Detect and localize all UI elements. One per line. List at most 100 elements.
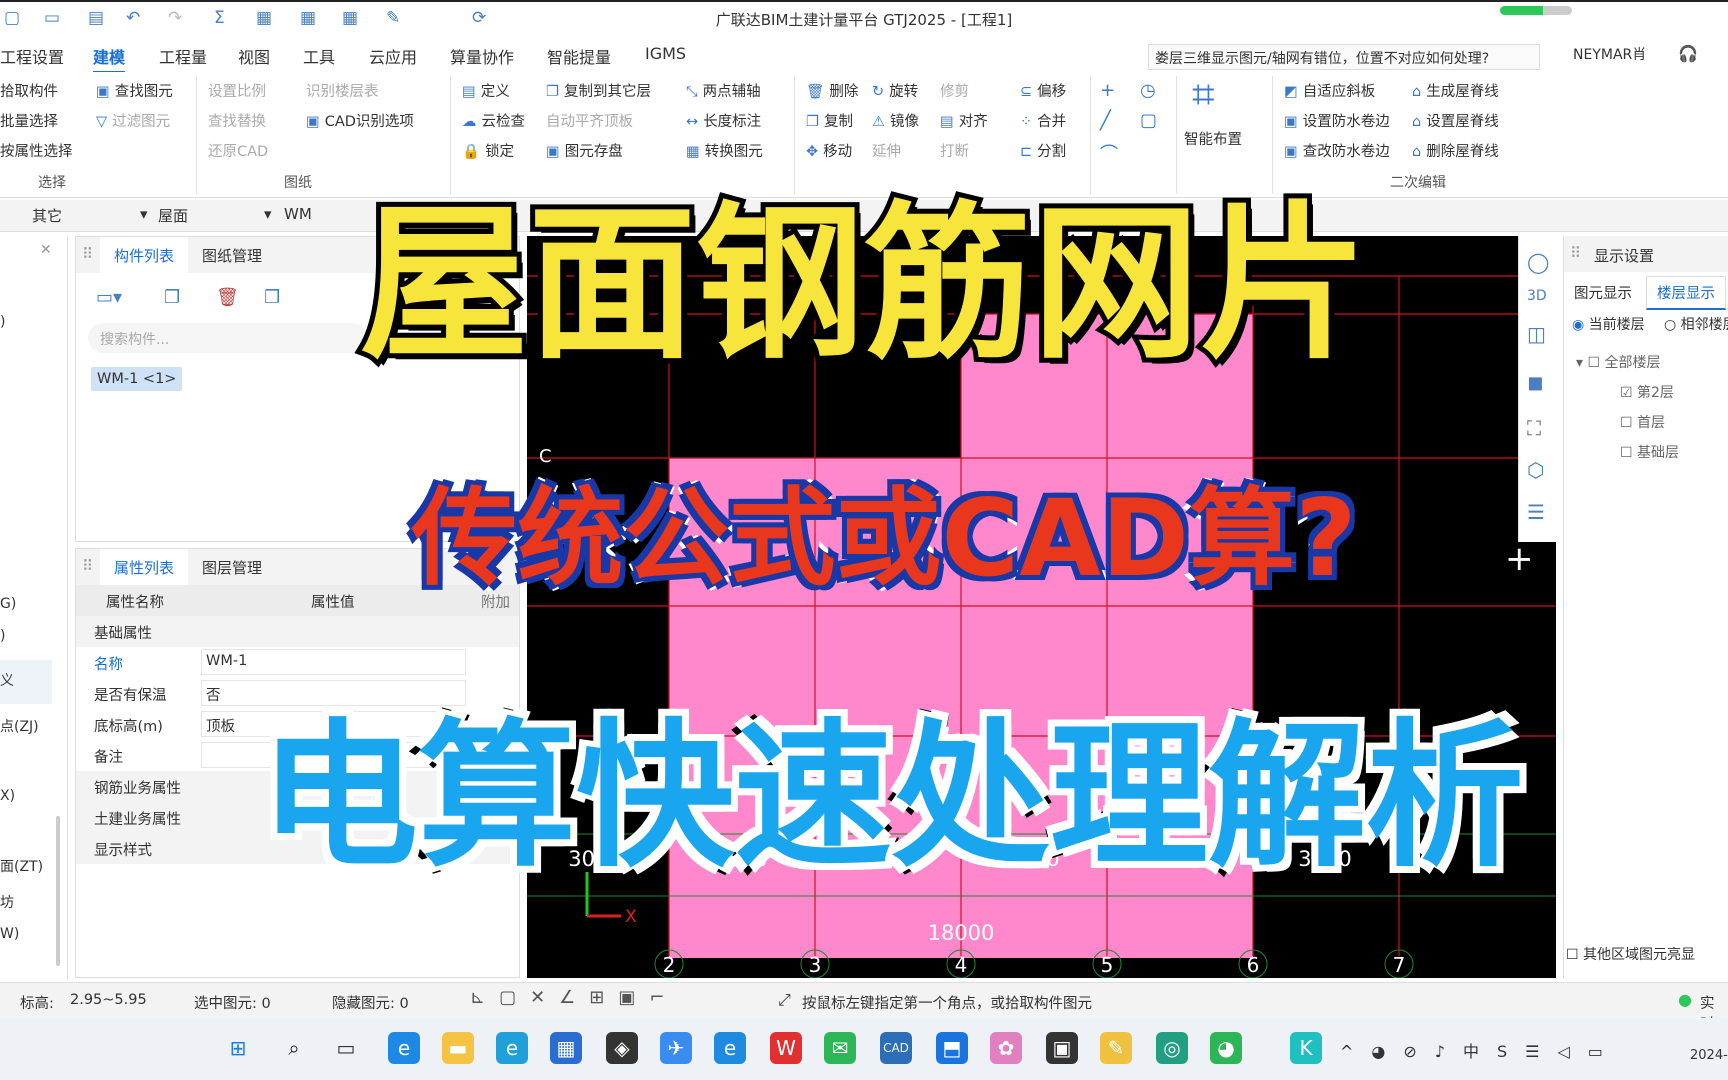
mirror-button[interactable]: ⚠ 镜像 bbox=[872, 110, 919, 131]
cad-options[interactable]: ▣ CAD识别选项 bbox=[306, 110, 414, 131]
wechat-icon[interactable]: ◕ bbox=[1210, 1032, 1242, 1064]
point-icon[interactable]: + bbox=[1100, 80, 1115, 101]
section-basic[interactable]: 基础属性 bbox=[76, 616, 519, 647]
cloud-icon: ☁ bbox=[462, 114, 477, 130]
find-replace[interactable]: 查找替换 bbox=[208, 110, 266, 131]
align-button[interactable]: ▤ 对齐 bbox=[940, 110, 988, 131]
nav-item[interactable]: W) bbox=[0, 926, 19, 942]
find-element[interactable]: ▣ 查找图元 bbox=[96, 80, 173, 101]
ie-icon[interactable]: e bbox=[388, 1032, 420, 1064]
search-icon[interactable]: ⌕ bbox=[278, 1032, 310, 1064]
axis-label: 3 bbox=[809, 953, 822, 977]
app-icon[interactable]: ◈ bbox=[606, 1032, 638, 1064]
identify-floor-table[interactable]: 识别楼层表 bbox=[306, 80, 379, 101]
tray-icons[interactable]: ^◕⊘♪中S☰◁▭ bbox=[1340, 1038, 1621, 1062]
axis-label: 2 bbox=[663, 953, 676, 977]
paint-icon[interactable]: ✿ bbox=[990, 1032, 1022, 1064]
smart-layout-icon[interactable]: ⌗ bbox=[1192, 72, 1215, 118]
check-icon: ● bbox=[1678, 990, 1692, 1009]
line-icon[interactable]: ╱ bbox=[1100, 110, 1111, 131]
circle-icon[interactable]: ◷ bbox=[1140, 80, 1156, 101]
task-view-icon[interactable]: ▭ bbox=[330, 1032, 362, 1064]
ie2-icon[interactable]: e bbox=[714, 1032, 746, 1064]
wps-icon[interactable]: W bbox=[770, 1032, 802, 1064]
merge-button[interactable]: ⁘ 合并 bbox=[1020, 110, 1066, 131]
offset-icon: ⊆ bbox=[1020, 84, 1033, 100]
menu-tools[interactable]: 工具 bbox=[303, 44, 335, 68]
start-icon[interactable]: ⊞ bbox=[222, 1032, 254, 1064]
waterproof-icon: ▣ bbox=[1284, 114, 1298, 130]
ucs-x-label: X bbox=[625, 907, 637, 927]
overlay-title-line2: 传统公式或CAD算? bbox=[407, 473, 1361, 605]
smart-layout-button[interactable]: 智能布置 bbox=[1184, 128, 1242, 149]
resize-icon: ⤢ bbox=[778, 990, 791, 1009]
two-point-axis-button[interactable]: ⤡ 两点辅轴 bbox=[686, 80, 761, 101]
menu-modeling[interactable]: 建模 bbox=[93, 44, 126, 74]
folder-icon[interactable]: ▬ bbox=[442, 1032, 474, 1064]
delete-button[interactable]: 🗑 删除 bbox=[806, 80, 858, 101]
copy-to-floor-button[interactable]: ❐ 复制到其它层 bbox=[546, 80, 651, 101]
axis-icon: ⤡ bbox=[686, 84, 698, 100]
status-hint: 按鼠标左键指定第一个角点，或拾取构件图元 bbox=[802, 996, 1092, 1012]
menu-project-settings[interactable]: 工程设置 bbox=[0, 44, 64, 68]
cad-icon: ▣ bbox=[306, 114, 320, 130]
set-waterproof-button[interactable]: ▣ 设置防水卷边 bbox=[1284, 110, 1390, 131]
filter-icon: ▽ bbox=[96, 114, 108, 130]
notes-icon[interactable]: ✎ bbox=[1100, 1032, 1132, 1064]
user-name[interactable]: NEYMAR肖 bbox=[1573, 44, 1646, 64]
menu-smart[interactable]: 智能提量 bbox=[547, 44, 611, 68]
feishu-icon[interactable]: ✈ bbox=[660, 1032, 692, 1064]
selected-count: 选中图元: 0 bbox=[194, 996, 271, 1012]
batch-select[interactable]: 批量选择 bbox=[0, 110, 58, 131]
slope-icon: ◩ bbox=[1284, 84, 1298, 100]
length-dim-button[interactable]: ↔ 长度标注 bbox=[686, 110, 761, 131]
nav-item[interactable]: X) bbox=[0, 788, 15, 804]
merge-icon: ⁘ bbox=[1020, 114, 1033, 130]
tree-ground-floor[interactable]: ☐ 首层 bbox=[1620, 412, 1665, 432]
pick-component[interactable]: 拾取构件 bbox=[0, 80, 58, 101]
app2-icon[interactable]: ◎ bbox=[1156, 1032, 1188, 1064]
offset-button[interactable]: ⊆ 偏移 bbox=[1020, 80, 1066, 101]
nav-item[interactable]: ) bbox=[0, 628, 5, 644]
snap-tools[interactable]: ⊾▢✕∠⊞▣⌐ bbox=[470, 987, 678, 1008]
axis-label: 7 bbox=[1393, 953, 1406, 977]
gtj-icon[interactable]: ⬒ bbox=[936, 1032, 968, 1064]
filter-element[interactable]: ▽ 过滤图元 bbox=[96, 110, 170, 131]
dimension-icon: ↔ bbox=[686, 114, 699, 130]
rotate-icon: ↻ bbox=[872, 84, 885, 100]
headset-icon[interactable]: 🎧 bbox=[1678, 44, 1698, 63]
camera-icon[interactable]: ▣ bbox=[1046, 1032, 1078, 1064]
set-scale[interactable]: 设置比例 bbox=[208, 80, 266, 101]
overlay-title-line1: 屋面钢筋网片 bbox=[355, 181, 1373, 387]
align-icon: ▤ bbox=[940, 114, 954, 130]
nav-item[interactable]: G) bbox=[0, 596, 16, 612]
gen-ridge-button[interactable]: ⌂ 生成屋脊线 bbox=[1412, 80, 1499, 101]
trim-button[interactable]: 修剪 bbox=[940, 80, 969, 101]
k-app-icon[interactable]: K bbox=[1290, 1032, 1322, 1064]
ridge-icon: ⌂ bbox=[1412, 84, 1422, 100]
mail-icon[interactable]: ✉ bbox=[824, 1032, 856, 1064]
help-search-input[interactable]: 娄层三维显示图元/轴网有错位，位置不对应如何处理? bbox=[1148, 44, 1540, 70]
ridge-icon: ⌂ bbox=[1412, 114, 1422, 130]
define-button[interactable]: ▤ 定义 bbox=[462, 80, 510, 101]
menu-quantity[interactable]: 工程量 bbox=[159, 44, 207, 68]
menu-collab[interactable]: 算量协作 bbox=[450, 44, 514, 68]
menu-view[interactable]: 视图 bbox=[238, 44, 270, 68]
edge-icon[interactable]: e bbox=[496, 1032, 528, 1064]
rect-icon[interactable]: ▢ bbox=[1140, 110, 1157, 131]
cloud-check-button[interactable]: ☁ 云检查 bbox=[462, 110, 525, 131]
highlight-other-checkbox[interactable]: ☐ 其他区域图元亮显 bbox=[1566, 944, 1695, 964]
auto-align-button[interactable]: 自动平齐顶板 bbox=[546, 110, 633, 131]
menu-igms[interactable]: IGMS bbox=[645, 44, 686, 63]
store-icon[interactable]: ▦ bbox=[550, 1032, 582, 1064]
copy-button[interactable]: ❐ 复制 bbox=[806, 110, 853, 131]
title-bar: ▢ ▭ ▤ ↶ ↷ Σ ▦ ▦ ▦ ✎ ⟳ 广联达BIM土建计量平台 GTJ20… bbox=[0, 0, 1728, 33]
rotate-button[interactable]: ↻ 旋转 bbox=[872, 80, 918, 101]
cad-app-icon[interactable]: CAD bbox=[880, 1032, 912, 1064]
fullscreen-icon[interactable]: ⛶ bbox=[1527, 416, 1541, 440]
menu-cloud[interactable]: 云应用 bbox=[369, 44, 417, 68]
set-ridge-button[interactable]: ⌂ 设置屋脊线 bbox=[1412, 110, 1499, 131]
window-title: 广联达BIM土建计量平台 GTJ2025 - [工程1] bbox=[715, 11, 1013, 29]
adaptive-slope-button[interactable]: ◩ 自适应斜板 bbox=[1284, 80, 1375, 101]
nav-item[interactable]: 坊 bbox=[0, 892, 14, 912]
